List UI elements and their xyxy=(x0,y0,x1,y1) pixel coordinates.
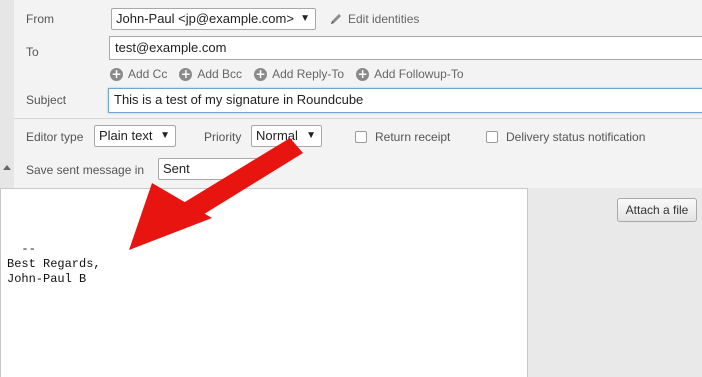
priority-label: Priority xyxy=(204,130,242,144)
to-label: To xyxy=(26,45,39,59)
chevron-down-icon: ▼ xyxy=(306,130,316,141)
add-reply-to-link[interactable]: + Add Reply-To xyxy=(254,67,344,81)
from-label: From xyxy=(26,12,54,26)
plus-icon: + xyxy=(356,66,370,81)
message-body-editor[interactable]: -- Best Regards, John-Paul B xyxy=(0,188,528,377)
to-field-value: test@example.com xyxy=(115,40,227,55)
add-cc-label: Add Cc xyxy=(128,67,168,81)
plus-icon: + xyxy=(110,66,123,81)
edit-identities-label: Edit identities xyxy=(348,12,420,26)
subject-field[interactable]: This is a test of my signature in Roundc… xyxy=(108,88,702,113)
plus-icon: + xyxy=(179,66,193,81)
editor-type-value: Plain text xyxy=(99,128,153,143)
message-body-text: -- Best Regards, John-Paul B xyxy=(7,242,101,286)
add-bcc-link[interactable]: + Add Bcc xyxy=(179,67,242,81)
subject-label: Subject xyxy=(26,93,67,107)
return-receipt-label: Return receipt xyxy=(375,130,451,144)
options-divider xyxy=(14,118,702,119)
add-reply-to-label: Add Reply-To xyxy=(272,67,345,81)
to-field[interactable]: test@example.com xyxy=(109,36,702,60)
save-sent-value: Sent xyxy=(163,161,190,176)
pencil-icon xyxy=(331,14,341,24)
delivery-status-option[interactable]: Delivery status notification xyxy=(486,130,645,144)
attach-file-button[interactable]: Attach a file xyxy=(617,198,697,222)
delivery-status-checkbox[interactable] xyxy=(486,131,498,143)
chevron-down-icon: ▼ xyxy=(160,130,170,141)
chevron-down-icon: ▼ xyxy=(300,13,310,24)
add-bcc-label: Add Bcc xyxy=(197,67,243,81)
save-sent-label: Save sent message in xyxy=(26,163,145,177)
add-followup-to-label: Add Followup-To xyxy=(374,67,464,81)
delivery-status-label: Delivery status notification xyxy=(506,130,646,144)
plus-icon: + xyxy=(254,66,268,81)
add-header-links: + Add Cc + Add Bcc + Add Reply-To + Add … xyxy=(110,67,464,81)
priority-value: Normal xyxy=(256,128,298,143)
subject-field-value: This is a test of my signature in Roundc… xyxy=(114,92,364,107)
header-left-strip xyxy=(0,0,14,188)
add-followup-to-link[interactable]: + Add Followup-To xyxy=(356,66,464,81)
add-cc-link[interactable]: + Add Cc xyxy=(110,67,167,81)
return-receipt-checkbox[interactable] xyxy=(355,131,367,143)
edit-identities-link[interactable]: Edit identities xyxy=(329,12,419,26)
from-select[interactable]: John-Paul <jp@example.com> ▼ xyxy=(111,8,316,30)
editor-type-select[interactable]: Plain text ▼ xyxy=(94,125,176,147)
editor-type-label: Editor type xyxy=(26,130,84,144)
priority-select[interactable]: Normal ▼ xyxy=(251,125,322,147)
collapse-up-icon[interactable] xyxy=(3,164,11,172)
return-receipt-option[interactable]: Return receipt xyxy=(355,130,450,144)
from-select-value: John-Paul <jp@example.com> xyxy=(116,11,294,26)
save-sent-select[interactable]: Sent xyxy=(158,158,258,180)
